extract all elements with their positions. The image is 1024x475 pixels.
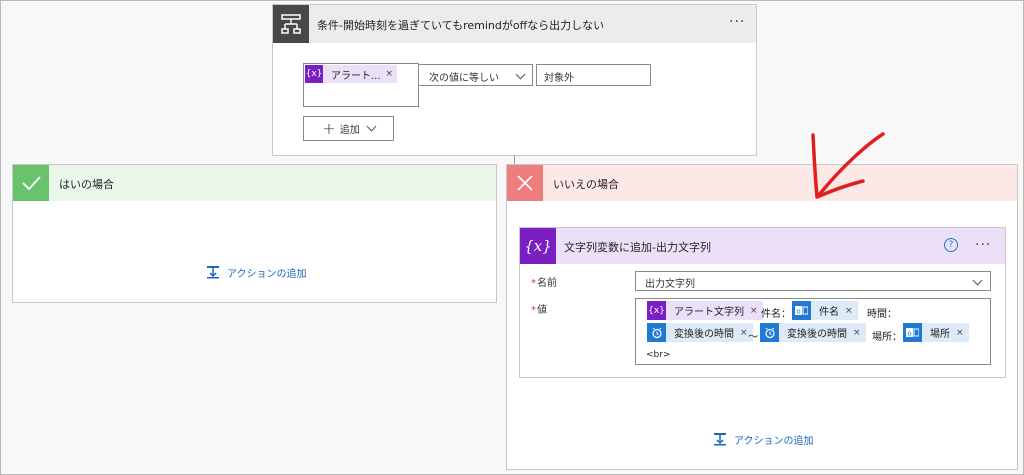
value-input[interactable]: {x} アラート文字列 × 件名： o 件名 × 時間： 変換後の時間 × ～ … <box>635 298 991 365</box>
token-remove-icon[interactable]: × <box>750 306 758 316</box>
subject-prefix-text: 件名： <box>761 309 791 320</box>
value-field-label: *値 <box>531 301 547 316</box>
no-add-action-button[interactable]: アクションの追加 <box>712 431 814 447</box>
no-add-action-label: アクションの追加 <box>734 435 814 447</box>
action-menu-button[interactable]: ··· <box>975 237 991 253</box>
location-token[interactable]: o 場所 × <box>903 323 969 342</box>
append-string-action-card: {x} 文字列変数に追加-出力文字列 ? ··· *名前 出力文字列 *値 {x… <box>519 227 1006 378</box>
variable-name-value: 出力文字列 <box>645 279 695 290</box>
time-prefix-text: 時間： <box>867 309 897 320</box>
converted-time-token-start-label: 変換後の時間 <box>674 329 734 340</box>
operator-value: 次の値に等しい <box>429 73 499 84</box>
chevron-down-icon <box>366 121 377 132</box>
add-label: 追加 <box>339 125 360 136</box>
svg-text:o: o <box>907 330 911 338</box>
name-label-text: 名前 <box>537 278 557 289</box>
alarm-clock-icon <box>647 323 666 342</box>
required-mark: * <box>531 305 536 316</box>
no-branch-card: いいえの場合 {x} 文字列変数に追加-出力文字列 ? ··· *名前 出力文字… <box>506 164 1018 470</box>
help-icon[interactable]: ? <box>944 238 958 252</box>
yes-branch-card: はいの場合 アクションの追加 <box>12 164 497 303</box>
br-text: <br> <box>646 350 671 360</box>
place-prefix-text: 場所： <box>872 332 902 343</box>
chevron-down-icon <box>515 69 526 80</box>
subject-token[interactable]: o 件名 × <box>792 301 858 320</box>
tilde-text: ～ <box>748 332 758 343</box>
alert-token[interactable]: {x} アラート... × <box>305 65 398 83</box>
outlook-icon: o <box>903 323 922 342</box>
add-action-icon <box>714 433 726 446</box>
add-action-icon <box>207 266 219 279</box>
token-remove-icon[interactable]: × <box>956 328 964 338</box>
plus-icon: + <box>322 118 336 138</box>
alert-string-token[interactable]: {x} アラート文字列 × <box>647 301 763 320</box>
yes-branch-header[interactable]: はいの場合 <box>13 165 496 201</box>
condition-right-operand[interactable]: 対象外 <box>536 64 651 86</box>
subject-token-label: 件名 <box>819 307 839 318</box>
variable-icon: {x} <box>305 65 323 83</box>
token-remove-icon[interactable]: × <box>740 328 748 338</box>
name-field-label: *名前 <box>531 274 557 289</box>
condition-icon <box>273 5 309 43</box>
action-title: 文字列変数に追加-出力文字列 <box>564 241 711 254</box>
outlook-icon: o <box>792 301 811 320</box>
add-condition-button[interactable]: + 追加 <box>303 116 394 141</box>
yes-branch-title: はいの場合 <box>59 178 114 191</box>
red-arrow-annotation <box>811 132 885 199</box>
token-remove-icon[interactable]: × <box>386 69 394 79</box>
action-header[interactable]: {x} 文字列変数に追加-出力文字列 ? ··· <box>520 228 1005 264</box>
no-branch-header[interactable]: いいえの場合 <box>507 165 1017 201</box>
alarm-clock-icon <box>760 323 779 342</box>
operator-select[interactable]: 次の値に等しい <box>418 64 533 86</box>
right-operand-value: 対象外 <box>544 73 574 84</box>
alert-string-token-label: アラート文字列 <box>674 307 744 318</box>
converted-time-token-start[interactable]: 変換後の時間 × <box>647 323 753 342</box>
chevron-down-icon <box>972 275 983 286</box>
condition-left-operand[interactable]: {x} アラート... × <box>303 63 419 107</box>
value-label-text: 値 <box>537 305 547 316</box>
token-remove-icon[interactable]: × <box>845 306 853 316</box>
svg-text:o: o <box>796 308 800 316</box>
check-icon <box>13 165 49 201</box>
no-branch-title: いいえの場合 <box>553 178 619 191</box>
condition-header[interactable]: 条件-開始時刻を過ぎていてもremindがoffなら出力しない ··· <box>273 5 756 43</box>
condition-title: 条件-開始時刻を過ぎていてもremindがoffなら出力しない <box>317 19 605 32</box>
close-icon <box>507 165 543 201</box>
variable-icon: {x} <box>520 228 556 264</box>
condition-menu-button[interactable]: ··· <box>729 14 745 30</box>
location-token-label: 場所 <box>930 329 950 340</box>
yes-add-action-label: アクションの追加 <box>227 268 307 280</box>
required-mark: * <box>531 278 536 289</box>
converted-time-token-end-label: 変換後の時間 <box>787 329 847 340</box>
alert-token-label: アラート... <box>331 70 381 82</box>
token-remove-icon[interactable]: × <box>853 328 861 338</box>
converted-time-token-end[interactable]: 変換後の時間 × <box>760 323 866 342</box>
yes-add-action-button[interactable]: アクションの追加 <box>205 264 307 280</box>
variable-name-select[interactable]: 出力文字列 <box>635 271 991 291</box>
condition-card: 条件-開始時刻を過ぎていてもremindがoffなら出力しない ··· {x} … <box>272 4 757 156</box>
variable-icon: {x} <box>647 301 666 320</box>
